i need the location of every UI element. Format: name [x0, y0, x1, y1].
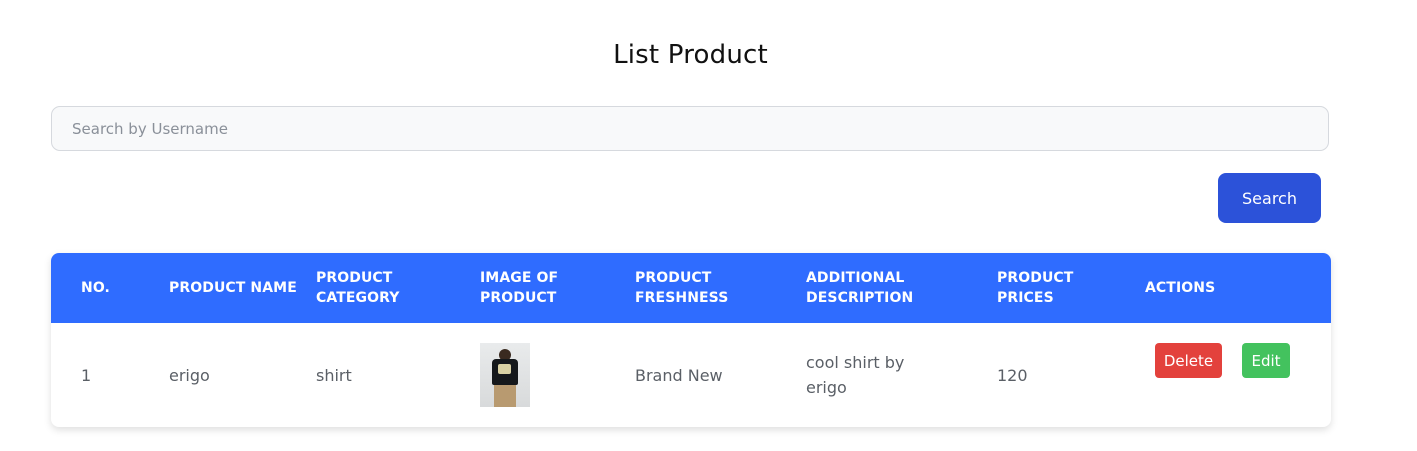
search-button[interactable]: Search [1218, 173, 1321, 223]
column-header-product-name: PRODUCT NAME [169, 280, 297, 296]
page-title: List Product [613, 40, 768, 70]
cell-image [480, 323, 530, 427]
list-product-page: List Product Search NO. PRODUCT NAME PRO… [0, 0, 1417, 451]
delete-button[interactable]: Delete [1155, 343, 1222, 378]
column-header-prices: PRODUCT PRICES [997, 270, 1074, 306]
column-header-actions: ACTIONS [1145, 280, 1216, 296]
product-thumbnail-image [480, 343, 530, 407]
cell-no: 1 [81, 365, 92, 385]
cell-product-category: shirt [316, 365, 352, 385]
cell-freshness: Brand New [635, 365, 723, 385]
column-header-description: ADDITIONAL DESCRIPTION [806, 270, 914, 306]
cell-product-name: erigo [169, 365, 210, 385]
column-header-image: IMAGE OF PRODUCT [480, 270, 559, 306]
cell-description: cool shirt by erigo [806, 353, 905, 397]
column-header-product-category: PRODUCT CATEGORY [316, 270, 400, 306]
edit-button[interactable]: Edit [1242, 343, 1290, 378]
table-header: NO. PRODUCT NAME PRODUCT CATEGORY IMAGE … [51, 253, 1331, 323]
search-input[interactable] [51, 106, 1329, 151]
column-header-freshness: PRODUCT FRESHNESS [635, 270, 729, 306]
cell-price: 120 [997, 365, 1028, 385]
product-table: NO. PRODUCT NAME PRODUCT CATEGORY IMAGE … [51, 253, 1331, 427]
